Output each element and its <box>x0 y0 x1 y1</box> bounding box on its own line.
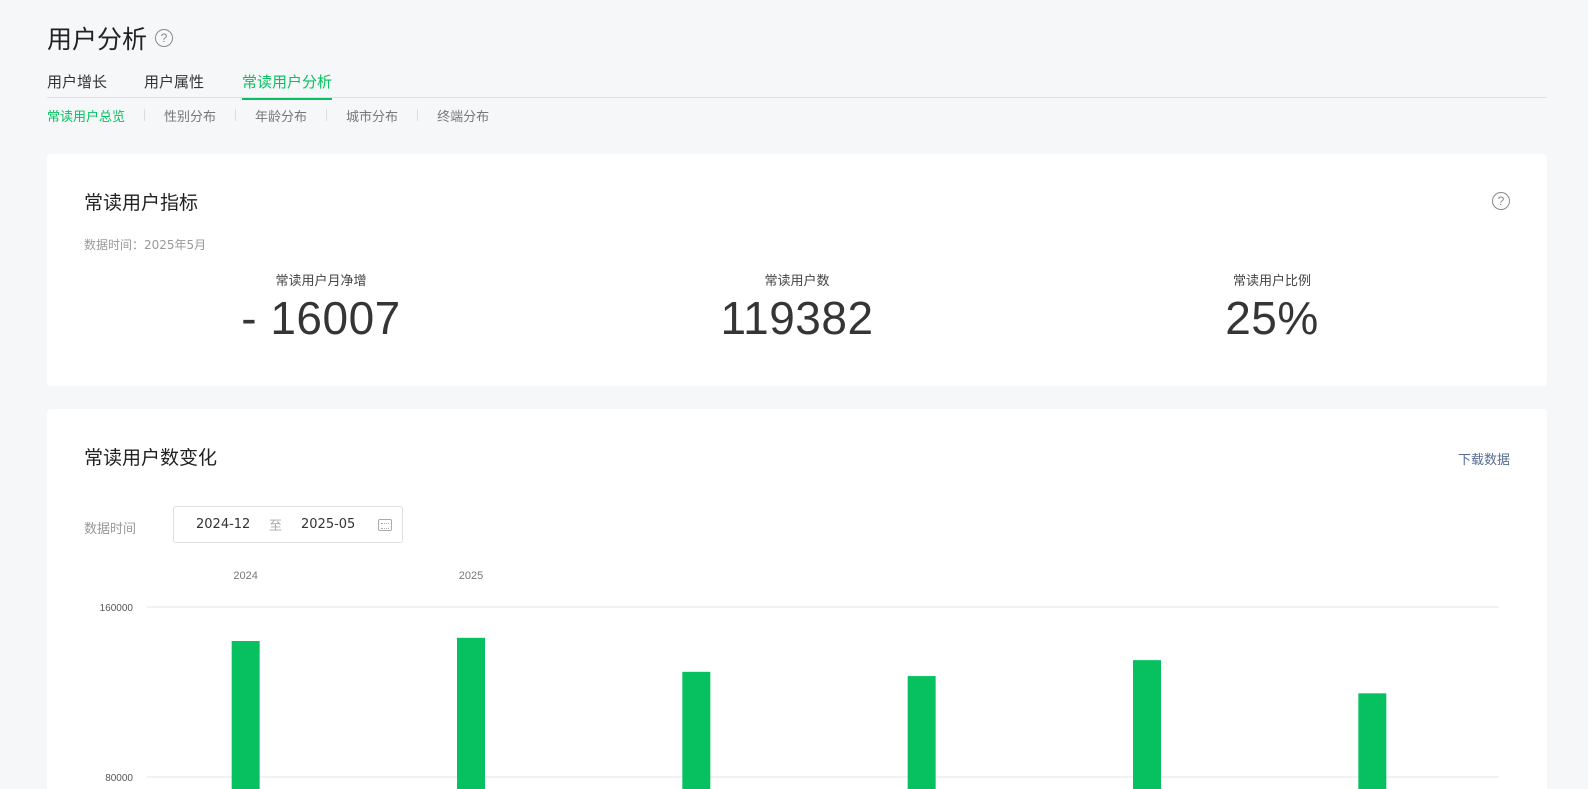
divider <box>417 109 419 121</box>
download-data-link[interactable]: 下载数据 <box>1458 449 1510 468</box>
tab-user-growth[interactable]: 用户增长 <box>47 71 107 98</box>
date-separator: 至 <box>269 519 283 534</box>
bar-2025-01[interactable] <box>457 637 485 789</box>
divider <box>144 109 146 121</box>
bar-2025-03[interactable] <box>907 676 936 789</box>
metrics-card-title: 常读用户指标 <box>84 192 199 214</box>
trend-card-title: 常读用户数变化 <box>84 447 218 469</box>
subtab-age[interactable]: 年龄分布 <box>255 106 307 125</box>
divider <box>326 109 328 121</box>
tab-user-attributes[interactable]: 用户属性 <box>144 71 204 98</box>
year-label: 2024 <box>233 570 257 582</box>
subtab-device[interactable]: 终端分布 <box>437 106 489 125</box>
metric-value: 25% <box>1225 292 1319 344</box>
help-icon[interactable]: ? <box>1492 192 1510 210</box>
page-title: 用户分析 ? <box>47 20 174 56</box>
user-count-bar-chart: 160000 80000 2024 2025 <box>100 570 1499 789</box>
bar-2024-12[interactable] <box>231 641 260 789</box>
sub-tabs: 常读用户总览 性别分布 年龄分布 城市分布 终端分布 <box>47 106 489 125</box>
data-time-text: 数据时间：2025年5月 <box>84 238 207 252</box>
subtab-gender[interactable]: 性别分布 <box>164 106 216 125</box>
metric-value: - 16007 <box>241 292 401 344</box>
subtab-overview[interactable]: 常读用户总览 <box>47 106 125 125</box>
date-end[interactable]: 2025-05 <box>301 517 355 532</box>
calendar-icon[interactable] <box>378 519 392 531</box>
page-title-text: 用户分析 <box>47 25 148 54</box>
y-tick-label: 160000 <box>100 603 134 614</box>
metric-user-count: 常读用户数 119382 <box>647 270 947 345</box>
tab-frequent-reader-analysis[interactable]: 常读用户分析 <box>242 71 333 100</box>
subtab-city[interactable]: 城市分布 <box>346 106 398 125</box>
metric-user-ratio: 常读用户比例 25% <box>1122 270 1422 345</box>
bar-2025-04[interactable] <box>1133 660 1161 789</box>
metric-label: 常读用户月净增 <box>275 274 367 289</box>
divider <box>235 109 237 121</box>
date-range-picker[interactable]: 2024-12 至 2025-05 <box>173 506 403 543</box>
trend-card: 常读用户数变化 下载数据 数据时间 2024-12 至 2025-05 1600… <box>47 409 1547 789</box>
date-start[interactable]: 2024-12 <box>196 517 250 532</box>
bar-2025-05[interactable] <box>1358 693 1387 789</box>
metric-label: 常读用户比例 <box>1232 274 1311 289</box>
metrics-card: 常读用户指标 ? 数据时间：2025年5月 常读用户月净增 - 16007 常读… <box>47 154 1547 386</box>
metric-label: 常读用户数 <box>764 274 830 289</box>
metric-value: 119382 <box>720 292 874 344</box>
bar-2025-02[interactable] <box>682 671 711 789</box>
help-icon[interactable]: ? <box>155 29 174 47</box>
metric-net-increase: 常读用户月净增 - 16007 <box>171 270 471 345</box>
year-label: 2025 <box>459 570 483 582</box>
main-tabs: 用户增长 用户属性 常读用户分析 <box>47 68 1547 100</box>
y-tick-label: 80000 <box>105 773 133 784</box>
data-time-label: 数据时间 <box>84 522 137 537</box>
